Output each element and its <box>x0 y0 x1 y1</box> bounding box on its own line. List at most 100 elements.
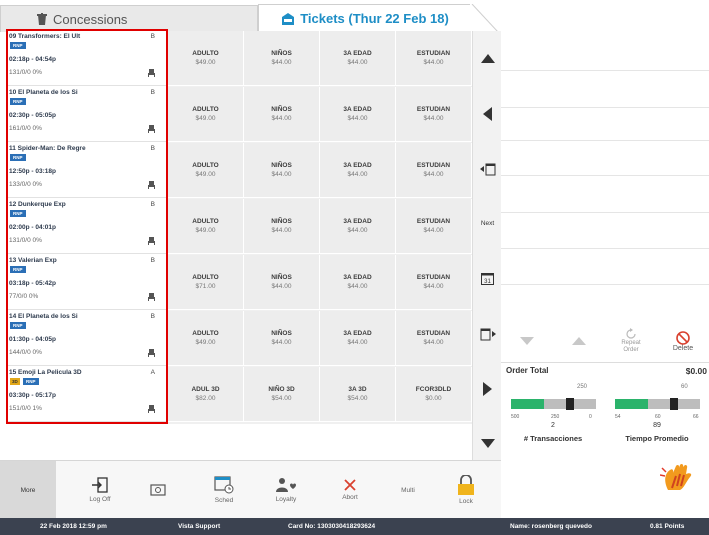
ticket-type-button[interactable]: 3A EDAD $44.00 <box>320 87 396 142</box>
session-time: 03:30p - 05:17p <box>9 392 56 399</box>
triangle-left-icon <box>483 106 492 121</box>
ticket-type-button[interactable]: ADULTO $49.00 <box>168 199 244 254</box>
session-seats: 131/0/0 0% <box>9 237 42 244</box>
repeat-order-label: Repeat Order <box>621 340 641 353</box>
session-title: 10 El Planeta de los Si <box>9 89 78 96</box>
gauge-scale-right: 0 <box>589 414 592 420</box>
next-button[interactable] <box>473 361 502 416</box>
ticket-type-button[interactable]: ESTUDIAN $44.00 <box>396 143 472 198</box>
ticket-price: $49.00 <box>195 171 216 178</box>
ticket-name: NIÑOS <box>271 330 292 337</box>
order-down-button[interactable] <box>501 320 553 362</box>
ticket-type-button[interactable]: NIÑOS $44.00 <box>244 31 320 86</box>
ticket-name: ESTUDIAN <box>416 162 451 169</box>
cash-icon <box>150 484 166 496</box>
ticket-type-button[interactable]: ADULTO $71.00 <box>168 255 244 310</box>
loyalty-button[interactable]: Loyalty <box>258 461 314 519</box>
session-item[interactable]: 11 Spider-Man: De Regre B RNP 12:50p - 03:1… <box>7 143 167 198</box>
session-item[interactable]: 15 Emoji La Pelicula 3D A 3D RNP 03:30p - 05… <box>7 367 167 422</box>
gauge-scale-left: 500 <box>511 414 520 420</box>
session-item[interactable]: 14 El Planeta de los Si B RNP 01:30p - 04:0… <box>7 311 167 366</box>
previous-day-button[interactable] <box>473 141 502 196</box>
ticket-type-button[interactable]: ADULTO $49.00 <box>168 31 244 86</box>
next-day-button[interactable] <box>473 306 502 361</box>
ticket-price: $49.00 <box>195 227 216 234</box>
ticket-type-button[interactable]: ADULTO $49.00 <box>168 87 244 142</box>
session-item[interactable]: 12 Dunkerque Exp B RNP 02:00p - 04:01p 131/0… <box>7 199 167 254</box>
pos-screen: Concessions Tickets (Thur 22 Feb 18) 09 … <box>0 0 709 535</box>
seat-icon <box>148 237 155 245</box>
lock-button[interactable]: Lock <box>438 461 494 519</box>
more-button[interactable]: More <box>0 461 56 519</box>
ticket-type-button[interactable]: NIÑOS $44.00 <box>244 311 320 366</box>
gauge-widget: 250 500 250 0 2 # Transacciones <box>503 378 603 453</box>
lock-icon <box>458 475 474 495</box>
ticket-type-button[interactable]: ESTUDIAN $44.00 <box>396 87 472 142</box>
ticket-name: ADULTO <box>192 218 219 225</box>
sched-button[interactable]: Sched <box>196 461 252 519</box>
ticket-type-button[interactable]: NIÑO 3D $54.00 <box>244 367 320 422</box>
ticket-name: ADULTO <box>192 330 219 337</box>
session-item[interactable]: 10 El Planeta de los Si B RNP 02:30p - 05:0… <box>7 87 167 142</box>
order-up-button[interactable] <box>553 320 605 362</box>
ticket-type-button[interactable]: NIÑOS $44.00 <box>244 143 320 198</box>
tab-tickets[interactable]: Tickets (Thur 22 Feb 18) <box>258 4 472 32</box>
next-label: Next <box>480 220 495 227</box>
abort-label: Abort <box>342 494 358 501</box>
ticket-type-button[interactable]: ADULTO $49.00 <box>168 311 244 366</box>
ticket-type-button[interactable]: NIÑOS $44.00 <box>244 199 320 254</box>
ticket-type-button[interactable]: ADULTO $49.00 <box>168 143 244 198</box>
ticket-type-button[interactable]: 3A 3D $54.00 <box>320 367 396 422</box>
multi-button[interactable]: Multi <box>380 461 436 519</box>
coin-button[interactable] <box>130 461 186 519</box>
ticket-type-button[interactable]: ADUL 3D $82.00 <box>168 367 244 422</box>
order-total-label: Order Total <box>506 366 549 375</box>
session-rating: B <box>150 89 155 96</box>
log-off-button[interactable]: Log Off <box>72 461 128 519</box>
calendar-icon: 31 <box>481 273 494 285</box>
ticket-type-button[interactable]: 3A EDAD $44.00 <box>320 311 396 366</box>
previous-button[interactable] <box>473 86 502 141</box>
gauge-scale-right: 66 <box>693 414 699 420</box>
calendar-button[interactable]: 31 <box>473 251 502 306</box>
tab-concessions[interactable]: Concessions <box>0 5 258 32</box>
ticket-price: $44.00 <box>271 283 292 290</box>
ticket-price: $44.00 <box>347 59 368 66</box>
ticket-price: $44.00 <box>423 283 444 290</box>
scroll-top-button[interactable] <box>473 31 502 86</box>
order-actions: Repeat Order Delete <box>501 320 709 362</box>
ticket-price: $71.00 <box>195 283 216 290</box>
ticket-price: $49.00 <box>195 59 216 66</box>
session-item[interactable]: 13 Valerian Exp B RNP 03:18p - 05:42p 77/0/0… <box>7 255 167 310</box>
ticket-type-button[interactable]: NIÑOS $44.00 <box>244 255 320 310</box>
hand-wave-icon[interactable] <box>660 462 696 492</box>
ticket-price: $44.00 <box>347 171 368 178</box>
triangle-right-icon <box>483 381 492 396</box>
ticket-type-button[interactable]: NIÑOS $44.00 <box>244 87 320 142</box>
calendar-back-icon <box>479 163 495 175</box>
session-time: 02:00p - 04:01p <box>9 224 56 231</box>
session-rating: A <box>150 369 155 376</box>
abort-button[interactable]: Abort <box>322 461 378 519</box>
ticket-price: $44.00 <box>271 227 292 234</box>
session-item[interactable]: 09 Transformers: El Ult B RNP 02:18p - 04:5… <box>7 31 167 86</box>
ticket-type-button[interactable]: ESTUDIAN $44.00 <box>396 199 472 254</box>
session-seats: 77/0/0 0% <box>9 293 39 300</box>
more-label: More <box>20 486 36 494</box>
ticket-type-button[interactable]: 3A EDAD $44.00 <box>320 199 396 254</box>
delete-button[interactable]: Delete <box>657 320 709 362</box>
ticket-type-button[interactable]: 3A EDAD $44.00 <box>320 255 396 310</box>
repeat-order-button[interactable]: Repeat Order <box>605 320 657 362</box>
ticket-type-button[interactable]: FCOR3DLD $0.00 <box>396 367 472 422</box>
ticket-type-button[interactable]: 3A EDAD $44.00 <box>320 143 396 198</box>
session-seats: 161/0/0 0% <box>9 125 42 132</box>
ticket-type-button[interactable]: 3A EDAD $44.00 <box>320 31 396 86</box>
tab-tickets-label: Tickets (Thur 22 Feb 18) <box>300 11 449 26</box>
next-label-button[interactable]: Next <box>473 196 502 251</box>
session-list: 09 Transformers: El Ult B RNP 02:18p - 04:5… <box>7 31 167 423</box>
delete-label: Delete <box>672 344 694 352</box>
ticket-price: $44.00 <box>347 339 368 346</box>
ticket-type-button[interactable]: ESTUDIAN $44.00 <box>396 31 472 86</box>
ticket-type-button[interactable]: ESTUDIAN $44.00 <box>396 311 472 366</box>
ticket-type-button[interactable]: ESTUDIAN $44.00 <box>396 255 472 310</box>
